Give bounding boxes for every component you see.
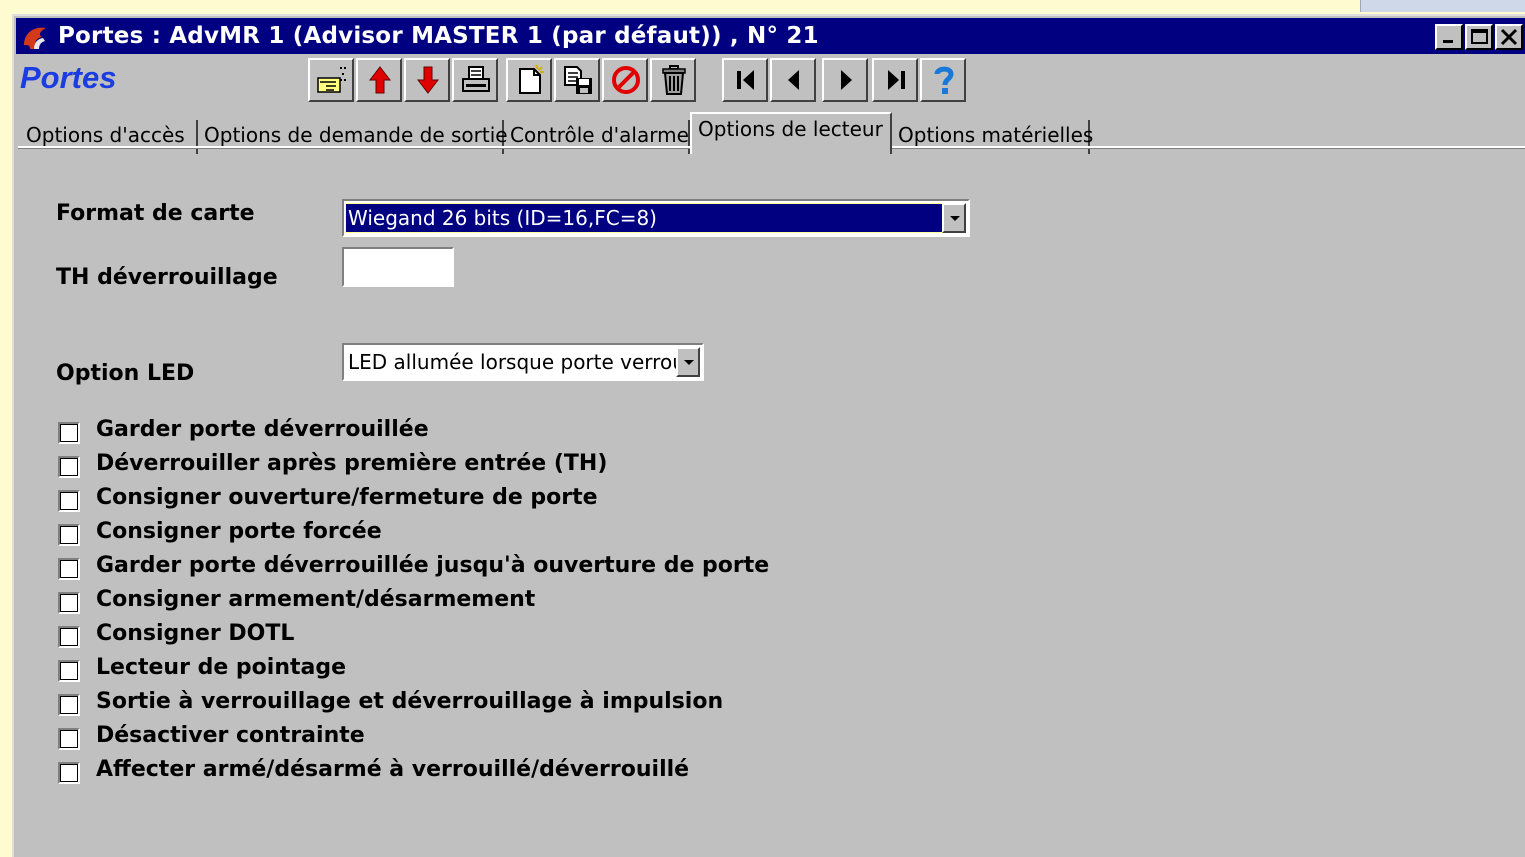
tab-strip: Options d'accès Options de demande de so… (20, 106, 1525, 154)
cancel-button[interactable] (602, 58, 648, 102)
checkbox[interactable] (58, 524, 80, 546)
cancel-icon (612, 66, 640, 94)
maximize-icon (1471, 29, 1488, 44)
checkbox-label: Lecteur de pointage (96, 655, 347, 680)
arrow-down-icon (416, 66, 440, 94)
unlock-th-input[interactable] (342, 247, 454, 287)
checkbox-label: Garder porte déverrouillée (96, 417, 429, 442)
next-record-icon (841, 70, 852, 90)
previous-record-button[interactable] (770, 58, 816, 102)
led-option-label: Option LED (56, 361, 195, 386)
help-button[interactable] (920, 58, 966, 102)
unlock-th-label: TH déverrouillage (56, 265, 278, 290)
chevron-down-icon[interactable] (942, 203, 966, 233)
checkbox-label: Garder porte déverrouillée jusqu'à ouver… (96, 553, 770, 578)
next-record-button[interactable] (822, 58, 868, 102)
checkbox[interactable] (58, 592, 80, 614)
checkbox-label: Consigner DOTL (96, 621, 295, 646)
led-option-value: LED allumée lorsque porte verrouil (348, 350, 676, 374)
checkbox[interactable] (58, 626, 80, 648)
close-button[interactable] (1495, 24, 1523, 50)
card-format-select[interactable]: Wiegand 26 bits (ID=16,FC=8) (342, 199, 970, 237)
checkbox[interactable] (58, 490, 80, 512)
previous-record-icon (788, 70, 799, 90)
doors-window: Portes : AdvMR 1 (Advisor MASTER 1 (par … (12, 14, 1525, 857)
checkbox-label: Consigner armement/désarmement (96, 587, 536, 612)
checkbox[interactable] (58, 456, 80, 478)
checkbox[interactable] (58, 694, 80, 716)
checkbox-label: Sortie à verrouillage et déverrouillage … (96, 689, 724, 714)
maximize-button[interactable] (1465, 24, 1493, 50)
led-option-select[interactable]: LED allumée lorsque porte verrouil (342, 343, 704, 381)
select-button[interactable] (308, 58, 354, 102)
last-record-button[interactable] (872, 58, 918, 102)
minimize-icon (1443, 40, 1453, 43)
new-document-icon (519, 64, 544, 94)
checkbox[interactable] (58, 728, 80, 750)
move-up-button[interactable] (356, 58, 402, 102)
reader-options-panel: Format de carte Wiegand 26 bits (ID=16,F… (14, 149, 1525, 857)
checkbox-label: Consigner ouverture/fermeture de porte (96, 485, 598, 510)
last-record-icon (888, 70, 905, 90)
first-record-icon (737, 70, 754, 90)
title-bar[interactable]: Portes : AdvMR 1 (Advisor MASTER 1 (par … (16, 18, 1525, 54)
helmet-app-icon (24, 27, 46, 49)
checkbox-label: Désactiver contrainte (96, 723, 365, 748)
checkbox[interactable] (58, 660, 80, 682)
window-title: Portes : AdvMR 1 (Advisor MASTER 1 (par … (58, 23, 819, 49)
new-button[interactable] (506, 58, 552, 102)
move-down-button[interactable] (404, 58, 450, 102)
checkbox[interactable] (58, 558, 80, 580)
copy-save-button[interactable] (554, 58, 600, 102)
print-button[interactable] (452, 58, 498, 102)
module-title: Portes (20, 60, 117, 95)
first-record-button[interactable] (722, 58, 768, 102)
checkbox-label: Consigner porte forcée (96, 519, 382, 544)
chevron-down-icon[interactable] (676, 347, 700, 377)
desktop-background (0, 0, 1525, 12)
card-format-value: Wiegand 26 bits (ID=16,FC=8) (345, 203, 943, 233)
minimize-button[interactable] (1435, 24, 1463, 50)
delete-button[interactable] (650, 58, 696, 102)
checkbox[interactable] (58, 422, 80, 444)
checkbox-label: Affecter armé/désarmé à verrouillé/déver… (96, 757, 690, 782)
tab-reader-options[interactable]: Options de lecteur (690, 112, 892, 154)
toolbar: Portes (16, 54, 1525, 104)
pointing-hand-icon (317, 67, 346, 93)
close-icon (1500, 28, 1518, 46)
arrow-up-icon (368, 66, 392, 94)
trash-icon (662, 65, 686, 95)
help-icon (934, 66, 954, 94)
copy-save-icon (564, 66, 592, 94)
card-format-label: Format de carte (56, 201, 255, 226)
desktop-background-right (1360, 0, 1525, 12)
checkbox-label: Déverrouiller après première entrée (TH) (96, 451, 608, 476)
printer-icon (462, 66, 490, 92)
checkbox[interactable] (58, 762, 80, 784)
